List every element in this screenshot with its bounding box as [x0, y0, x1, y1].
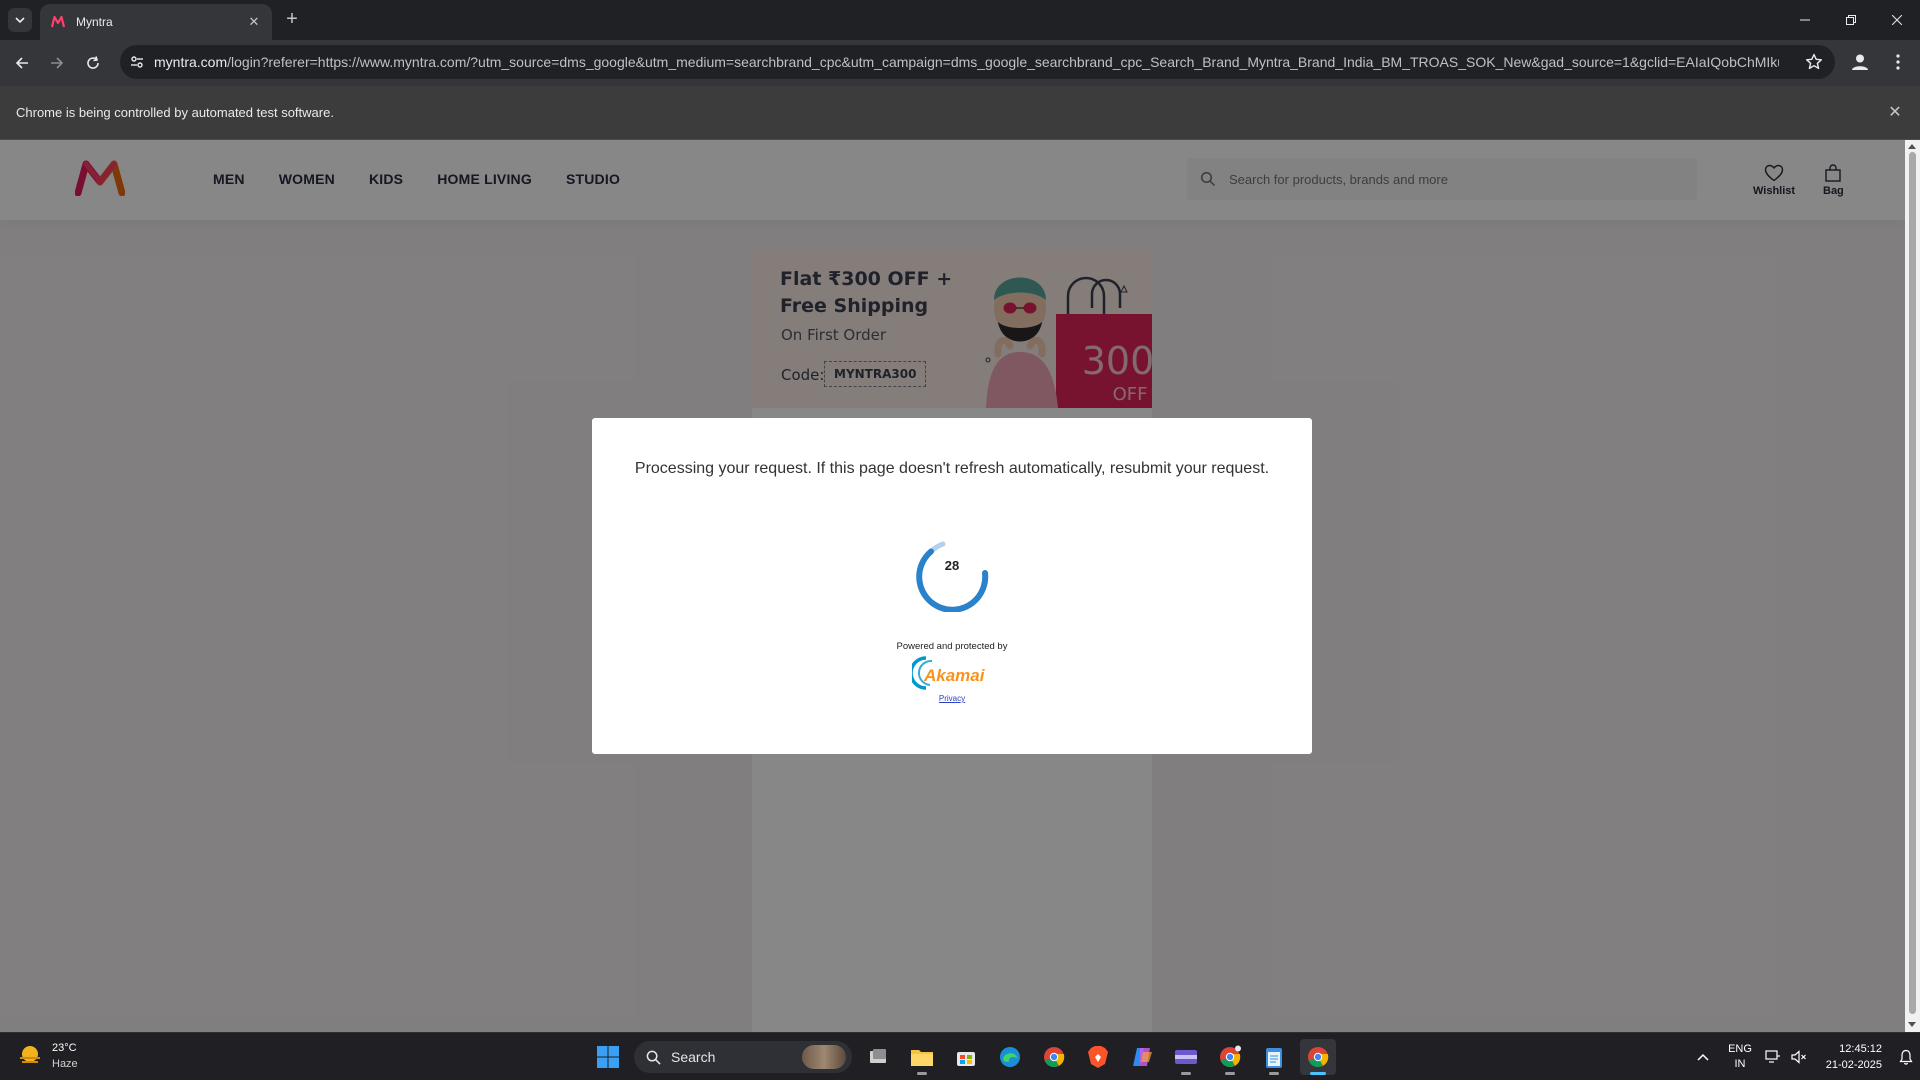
- tab-myntra[interactable]: Myntra ✕: [40, 4, 272, 40]
- back-arrow-icon: [15, 57, 28, 69]
- close-window-button[interactable]: [1874, 0, 1920, 40]
- tab-title: Myntra: [76, 15, 113, 29]
- back-button[interactable]: [10, 51, 34, 75]
- restore-button[interactable]: [1828, 0, 1874, 40]
- loading-spinner: [916, 541, 989, 612]
- site-info-button[interactable]: [120, 45, 154, 79]
- chrome-icon: [1044, 1047, 1065, 1068]
- notepad-icon: [1266, 1048, 1282, 1068]
- windows-taskbar: 23°C Haze Search ENG IN 12:45:12 21-02-2…: [0, 1032, 1920, 1080]
- browser-menu-button[interactable]: [1886, 50, 1910, 74]
- show-hidden-icons-button[interactable]: [1686, 1053, 1720, 1061]
- tab-strip: Myntra ✕ +: [0, 0, 1920, 40]
- restore-icon: [1846, 15, 1856, 25]
- taskbar-notepad[interactable]: [1256, 1039, 1292, 1075]
- weather-temperature: 23°C: [52, 1042, 77, 1054]
- taskbar-chrome-profile[interactable]: [1212, 1039, 1248, 1075]
- network-icon[interactable]: [1760, 1050, 1786, 1064]
- scroll-up-arrow[interactable]: [1908, 144, 1916, 149]
- taskbar-edge[interactable]: [992, 1039, 1028, 1075]
- chrome-icon: [1220, 1045, 1241, 1068]
- address-bar[interactable]: myntra.com/login?referer=https://www.myn…: [120, 45, 1835, 79]
- edge-icon: [1000, 1047, 1020, 1067]
- infobar-close-icon[interactable]: ✕: [1886, 104, 1904, 122]
- scroll-thumb[interactable]: [1909, 152, 1916, 1014]
- processing-message: Processing your request. If this page do…: [634, 460, 1270, 477]
- start-button[interactable]: [590, 1039, 626, 1075]
- tune-icon: [131, 56, 143, 68]
- clock-date: 21-02-2025: [1825, 1059, 1882, 1071]
- url-path: /login?referer=https://www.myntra.com/?u…: [227, 54, 1779, 70]
- taskbar-search[interactable]: Search: [634, 1041, 852, 1073]
- clock[interactable]: 12:45:12 21-02-2025: [1812, 1041, 1882, 1073]
- taskbar-file-explorer[interactable]: [904, 1039, 940, 1075]
- volume-muted-icon[interactable]: [1786, 1050, 1812, 1064]
- privacy-link[interactable]: Privacy: [592, 694, 1312, 703]
- forward-button[interactable]: [45, 51, 69, 75]
- window-controls: [1782, 0, 1920, 40]
- clock-time: 12:45:12: [1839, 1043, 1882, 1055]
- url-text: myntra.com/login?referer=https://www.myn…: [154, 54, 1779, 70]
- task-view-icon: [870, 1049, 886, 1063]
- page-scrollbar[interactable]: [1905, 140, 1920, 1032]
- taskbar-brave[interactable]: [1080, 1039, 1116, 1075]
- folder-icon: [911, 1050, 933, 1066]
- weather-widget[interactable]: 23°C Haze: [16, 1040, 78, 1072]
- minimize-button[interactable]: [1782, 0, 1828, 40]
- profile-icon[interactable]: [1848, 50, 1872, 74]
- taskbar-terminal-app[interactable]: [1168, 1039, 1204, 1075]
- tab-search-button[interactable]: [8, 8, 32, 32]
- search-highlight-image: [802, 1045, 846, 1069]
- weather-condition: Haze: [52, 1058, 78, 1070]
- taskbar-chrome[interactable]: [1036, 1039, 1072, 1075]
- window-app-icon: [1175, 1050, 1197, 1064]
- reload-button[interactable]: [81, 51, 105, 75]
- close-icon: [1892, 15, 1902, 25]
- chevron-down-icon: [15, 17, 25, 24]
- chevron-up-icon: [1697, 1053, 1709, 1061]
- taskbar-copilot[interactable]: [1124, 1039, 1160, 1075]
- system-tray: ENG IN 12:45:12 21-02-2025: [1686, 1033, 1920, 1080]
- taskbar-task-view[interactable]: [860, 1039, 896, 1075]
- countdown-number: 28: [944, 558, 960, 573]
- notification-bell-icon[interactable]: [1892, 1049, 1920, 1065]
- reload-icon: [87, 56, 99, 69]
- tab-close-icon[interactable]: ✕: [246, 14, 262, 30]
- akamai-wordmark: Akamai: [923, 666, 986, 685]
- language-code: ENG: [1728, 1043, 1752, 1055]
- powered-by-text: Powered and protected by: [896, 641, 1008, 652]
- forward-arrow-icon: [51, 57, 64, 69]
- copilot-icon: [1133, 1048, 1152, 1066]
- automation-infobar: Chrome is being controlled by automated …: [0, 86, 1920, 140]
- myntra-favicon-icon: [50, 15, 66, 28]
- bookmark-star-icon[interactable]: [1805, 53, 1823, 71]
- minimize-icon: [1800, 19, 1810, 21]
- region-code: IN: [1734, 1058, 1746, 1070]
- haze-sun-icon: [20, 1046, 40, 1063]
- page-viewport: MEN WOMEN KIDS HOME LIVING STUDIO Wishli…: [0, 140, 1905, 1032]
- scroll-down-arrow[interactable]: [1908, 1022, 1916, 1027]
- taskbar-apps: Search: [590, 1039, 1336, 1075]
- store-icon: [957, 1052, 975, 1066]
- language-indicator[interactable]: ENG IN: [1720, 1042, 1760, 1072]
- search-icon: [646, 1050, 661, 1065]
- taskbar-store[interactable]: [948, 1039, 984, 1075]
- new-tab-button[interactable]: +: [282, 9, 302, 30]
- akamai-logo: Akamai: [912, 656, 986, 690]
- taskbar-chrome-active[interactable]: [1300, 1039, 1336, 1075]
- taskbar-search-label: Search: [671, 1049, 716, 1065]
- infobar-message: Chrome is being controlled by automated …: [16, 105, 334, 120]
- url-domain: myntra.com: [154, 54, 228, 70]
- brave-lion-icon: [1088, 1046, 1108, 1068]
- akamai-processing-dialog: Processing your request. If this page do…: [592, 418, 1312, 754]
- more-vertical-icon: [1896, 54, 1900, 70]
- windows-icon: [597, 1046, 619, 1068]
- browser-toolbar: myntra.com/login?referer=https://www.myn…: [0, 40, 1920, 86]
- chrome-icon: [1308, 1047, 1329, 1068]
